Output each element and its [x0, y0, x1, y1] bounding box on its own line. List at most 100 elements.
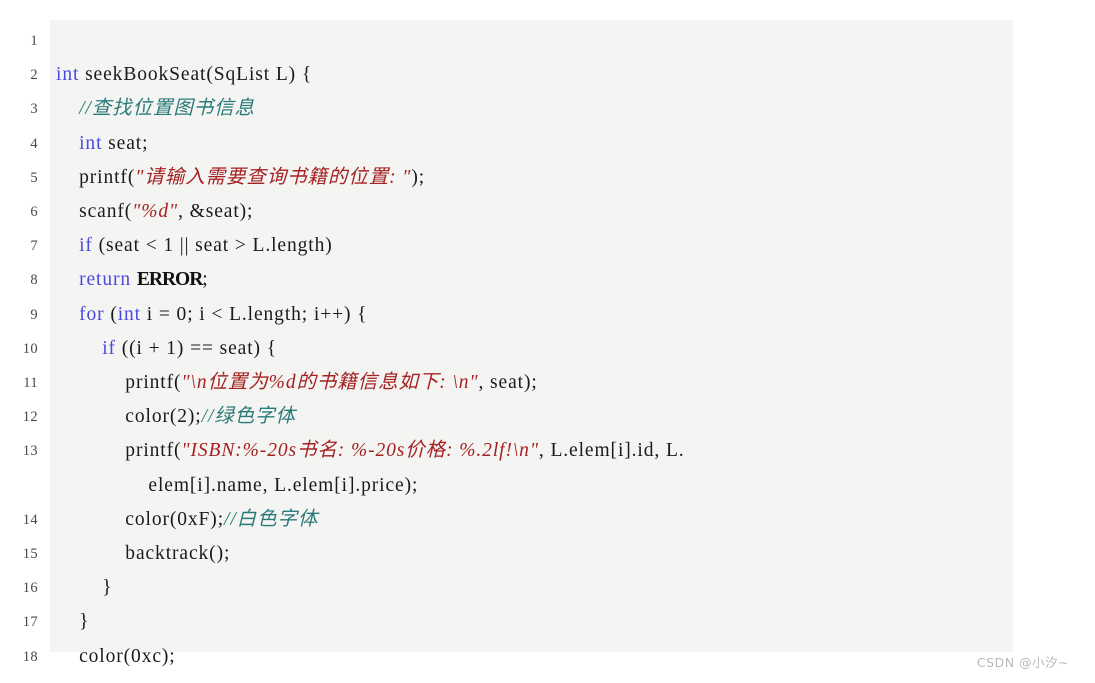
code-row: 16 }: [0, 571, 1013, 605]
code-row: 8 return ERROR;: [0, 263, 1013, 297]
code-token-plain: backtrack();: [56, 543, 231, 565]
code-row: 5 printf("请输入需要查询书籍的位置: ");: [0, 161, 1013, 195]
code-token-plain: scanf(: [56, 201, 133, 223]
code-row: 15 backtrack();: [0, 537, 1013, 571]
code-token-plain: }: [56, 611, 90, 633]
code-line[interactable]: return ERROR;: [44, 263, 1013, 297]
code-token-plain: seat;: [102, 132, 149, 154]
line-number: 9: [30, 306, 38, 323]
line-number: 18: [22, 648, 38, 665]
line-number: 15: [22, 546, 38, 563]
code-row: 13 printf("ISBN:%-20s书名: %-20s价格: %.2lf!…: [0, 434, 1013, 468]
line-number: 8: [30, 272, 38, 289]
code-row: 4 int seat;: [0, 127, 1013, 161]
code-line[interactable]: printf("\n位置为%d的书籍信息如下: \n", seat);: [44, 366, 1013, 400]
code-token-plain: elem[i].name, L.elem[i].price);: [56, 474, 419, 496]
code-token-kw: return: [79, 269, 132, 291]
code-line[interactable]: backtrack();: [44, 537, 1013, 571]
code-token-kw: if: [102, 337, 116, 359]
code-token-str: "ISBN:%-20s书名: %-20s价格: %.2lf!\n": [181, 440, 539, 462]
code-line[interactable]: if (seat < 1 || seat > L.length): [44, 229, 1013, 263]
code-token-plain: seekBookSeat(SqList L) {: [79, 64, 313, 86]
code-token-plain: (: [104, 303, 118, 325]
code-line[interactable]: if ((i + 1) == seat) {: [44, 332, 1013, 366]
code-token-kw: int: [117, 303, 142, 325]
code-line[interactable]: scanf("%d", &seat);: [44, 195, 1013, 229]
code-line[interactable]: int seekBookSeat(SqList L) {: [44, 58, 1013, 92]
code-row: 18 color(0xc);: [0, 640, 1013, 674]
line-number: 14: [22, 511, 38, 528]
code-line[interactable]: color(2);//绿色字体: [44, 400, 1013, 434]
code-token-cmt: //白色字体: [224, 508, 319, 530]
line-number: 12: [22, 409, 38, 426]
code-row: 14 color(0xF);//白色字体: [0, 503, 1013, 537]
code-line[interactable]: }: [44, 571, 1013, 605]
line-number: 6: [30, 204, 38, 221]
code-row: elem[i].name, L.elem[i].price);: [0, 469, 1013, 503]
line-number: 7: [30, 238, 38, 255]
code-token-str: "请输入需要查询书籍的位置: ": [135, 166, 412, 188]
code-token-plain: , L.elem[i].id, L.: [538, 440, 685, 462]
code-token-plain: printf(: [56, 166, 136, 188]
code-token-kw: for: [79, 303, 105, 325]
code-line[interactable]: printf("请输入需要查询书籍的位置: ");: [44, 161, 1013, 195]
code-token-plain: ((i + 1) == seat) {: [115, 337, 277, 359]
line-number: 11: [23, 375, 38, 392]
code-row: 1: [0, 24, 1013, 58]
code-token-cmt: //查找位置图书信息: [79, 98, 255, 120]
code-row: 11 printf("\n位置为%d的书籍信息如下: \n", seat);: [0, 366, 1013, 400]
line-number: 1: [30, 33, 38, 49]
code-token-str: "%d": [132, 201, 179, 223]
code-line[interactable]: color(0xF);//白色字体: [44, 503, 1013, 537]
code-line[interactable]: int seat;: [44, 127, 1013, 161]
code-token-plain: , &seat);: [178, 201, 254, 223]
code-token-str: "\n位置为%d的书籍信息如下: \n": [181, 372, 479, 394]
code-row: 17 }: [0, 605, 1013, 639]
code-token-kw: int: [79, 132, 103, 154]
code-line[interactable]: printf("ISBN:%-20s书名: %-20s价格: %.2lf!\n"…: [44, 434, 1013, 468]
code-token-plain: }: [56, 577, 113, 599]
line-number: 13: [22, 443, 38, 460]
line-number: 2: [30, 67, 38, 84]
line-number: 16: [22, 580, 38, 597]
code-line[interactable]: [44, 24, 1013, 58]
code-token-plain: );: [411, 166, 426, 188]
code-token-plain: , seat);: [478, 372, 538, 394]
code-token-plain: (seat < 1 || seat > L.length): [92, 235, 333, 257]
code-row: 3 //查找位置图书信息: [0, 92, 1013, 126]
line-number: 4: [30, 135, 38, 152]
code-row: 9 for (int i = 0; i < L.length; i++) {: [0, 298, 1013, 332]
code-token-plain: printf(: [56, 372, 182, 394]
code-token-plain: ;: [202, 269, 209, 291]
code-token-plain: color(2);: [56, 406, 202, 428]
page-root: 1 2 int seekBookSeat(SqList L) {3 //查找位置图…: [0, 0, 1095, 683]
line-number: 10: [22, 340, 38, 357]
code-token-kw: if: [79, 235, 93, 257]
code-token-cmt: //绿色字体: [201, 406, 296, 428]
code-token-kw: int: [56, 64, 80, 86]
code-token-plain: printf(: [56, 440, 182, 462]
code-token-plain: i = 0; i < L.length; i++) {: [141, 303, 368, 325]
code-token-plain: color(0xc);: [56, 645, 176, 667]
code-line[interactable]: //查找位置图书信息: [44, 92, 1013, 126]
code-listing: 1 2 int seekBookSeat(SqList L) {3 //查找位置图…: [0, 20, 1013, 667]
line-number: 3: [30, 101, 38, 118]
code-line[interactable]: elem[i].name, L.elem[i].price);: [44, 469, 1013, 503]
line-number: 5: [30, 169, 38, 186]
code-lines: 1 2 int seekBookSeat(SqList L) {3 //查找位置图…: [0, 20, 1013, 674]
code-line[interactable]: for (int i = 0; i < L.length; i++) {: [44, 298, 1013, 332]
code-token-plain: color(0xF);: [56, 508, 225, 530]
code-row: 6 scanf("%d", &seat);: [0, 195, 1013, 229]
code-row: 12 color(2);//绿色字体: [0, 400, 1013, 434]
code-row: 10 if ((i + 1) == seat) {: [0, 332, 1013, 366]
code-line[interactable]: color(0xc);: [44, 640, 1013, 674]
code-token-mac: ERROR: [136, 269, 203, 291]
code-line[interactable]: }: [44, 605, 1013, 639]
code-row: 7 if (seat < 1 || seat > L.length): [0, 229, 1013, 263]
